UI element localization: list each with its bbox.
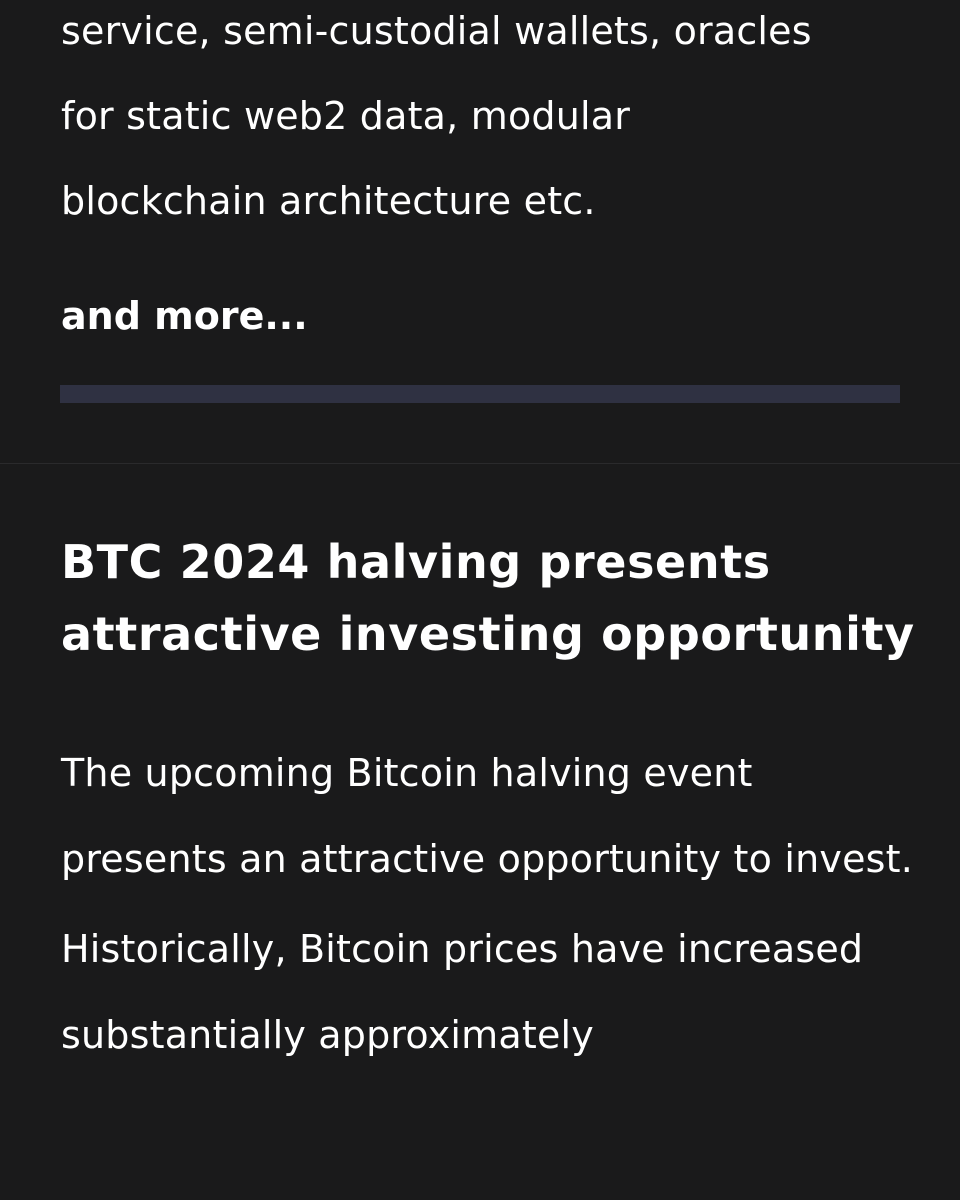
page: service, semi-custodial wallets, oracles… bbox=[0, 0, 960, 1200]
article-body: The upcoming Bitcoin halving event prese… bbox=[61, 730, 921, 1082]
and-more-link[interactable]: and more... bbox=[61, 290, 308, 342]
article-title: BTC 2024 halving presents attractive inv… bbox=[61, 535, 915, 661]
paragraph-line: blockchain architecture etc. bbox=[61, 179, 596, 223]
previous-paragraph-tail: service, semi-custodial wallets, oracles… bbox=[61, 0, 921, 244]
paragraph-line: for static web2 data, modular bbox=[61, 94, 631, 138]
article-paragraph: Historically, Bitcoin prices have increa… bbox=[61, 927, 864, 1057]
previous-section: service, semi-custodial wallets, oracles… bbox=[0, 0, 960, 463]
paragraph-line: service, semi-custodial wallets, oracles bbox=[61, 9, 812, 53]
article-paragraph: The upcoming Bitcoin halving event prese… bbox=[61, 751, 914, 881]
progress-track bbox=[60, 385, 900, 403]
article: BTC 2024 halving presents attractive inv… bbox=[0, 464, 960, 1200]
